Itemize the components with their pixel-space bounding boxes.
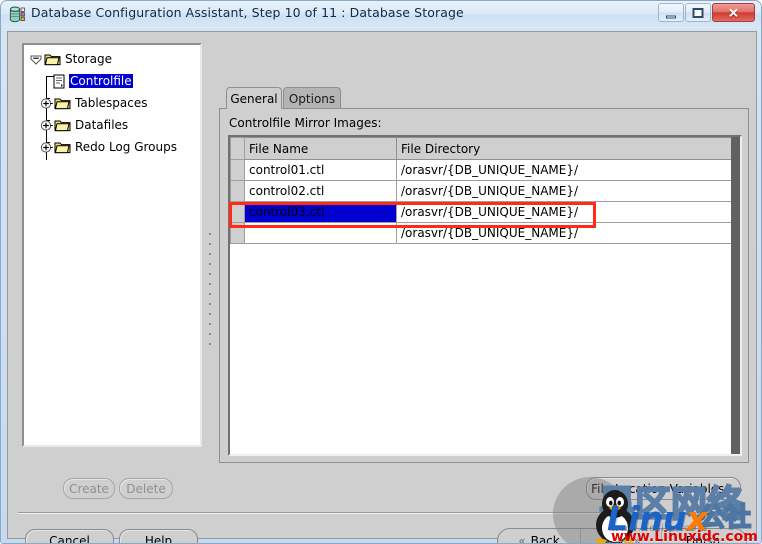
tab-options-label: Options — [288, 91, 336, 106]
tree-item-label: Controlfile — [69, 74, 133, 88]
table-row-selected[interactable]: control03.ctl /orasvr/{DB_UNIQUE_NAME}/ — [230, 201, 732, 223]
create-button[interactable]: Create — [63, 478, 115, 499]
help-button[interactable]: Help — [119, 529, 198, 544]
maximize-icon — [692, 7, 704, 18]
folder-icon — [44, 52, 62, 66]
back-button-label: Back — [530, 534, 560, 544]
application-window: Database Configuration Assistant, Step 1… — [0, 0, 762, 544]
delete-button[interactable]: Delete — [119, 478, 173, 499]
vertical-scrollbar[interactable] — [731, 137, 740, 454]
cell-file-directory[interactable]: /orasvr/{DB_UNIQUE_NAME}/ — [396, 222, 732, 244]
cell-file-directory[interactable]: /orasvr/{DB_UNIQUE_NAME}/ — [396, 180, 732, 202]
next-button-label: Next — [600, 534, 629, 544]
tree-item-label: Tablespaces — [75, 96, 148, 110]
title-bar[interactable]: Database Configuration Assistant, Step 1… — [1, 1, 761, 28]
tree-item-storage[interactable]: Storage — [30, 50, 113, 68]
tree-item-label: Redo Log Groups — [75, 140, 177, 154]
expand-plus-icon[interactable] — [40, 119, 53, 132]
divider-grip — [209, 233, 212, 353]
cell-file-name[interactable]: control02.ctl — [244, 180, 397, 202]
delete-button-label: Delete — [126, 481, 166, 496]
cancel-button-label: Cancel — [49, 534, 90, 544]
collapse-minus-icon[interactable] — [30, 53, 43, 66]
row-header-corner[interactable] — [230, 137, 245, 160]
cell-file-name[interactable]: control01.ctl — [244, 159, 397, 181]
folder-icon — [54, 118, 72, 132]
folder-icon — [54, 140, 72, 154]
close-button[interactable]: ✕ — [712, 3, 755, 22]
row-header[interactable] — [230, 180, 245, 202]
tab-bar: General Options — [226, 87, 742, 109]
cell-file-name-selected[interactable]: control03.ctl — [244, 201, 397, 223]
wizard-navigation: « Back Next » Finish — [497, 528, 747, 544]
footer-separator — [18, 512, 748, 514]
tree-item-tablespaces[interactable]: Tablespaces — [40, 94, 149, 112]
split-pane-divider[interactable] — [205, 43, 217, 447]
table-row[interactable]: /orasvr/{DB_UNIQUE_NAME}/ — [230, 222, 732, 244]
tab-options[interactable]: Options — [283, 87, 341, 109]
finish-button-label: Finish — [685, 534, 721, 544]
close-icon: ✕ — [728, 5, 739, 20]
expand-plus-icon[interactable] — [40, 97, 53, 110]
table-header-row: File Name File Directory — [230, 137, 732, 160]
file-location-variables-label: File Location Variables... — [591, 481, 736, 496]
column-header-file-name[interactable]: File Name — [244, 137, 397, 160]
chevron-right-icon: » — [633, 534, 642, 544]
file-location-variables-button[interactable]: File Location Variables... — [586, 477, 741, 500]
minimize-icon — [666, 15, 676, 18]
controlfile-document-icon — [52, 74, 67, 89]
cancel-button[interactable]: Cancel — [25, 529, 114, 544]
tree-item-controlfile[interactable]: Controlfile — [52, 72, 133, 90]
row-header[interactable] — [230, 222, 245, 244]
general-tab-panel: Controlfile Mirror Images: File Name Fil… — [219, 108, 749, 463]
tree-item-redo-log-groups[interactable]: Redo Log Groups — [40, 138, 178, 156]
row-header[interactable] — [230, 201, 245, 223]
cell-file-directory[interactable]: /orasvr/{DB_UNIQUE_NAME}/ — [396, 201, 732, 223]
maximize-button[interactable] — [685, 3, 711, 22]
controlfile-table: File Name File Directory control01.ctl /… — [230, 137, 732, 244]
create-button-label: Create — [69, 481, 109, 496]
storage-tree[interactable]: Storage Controlfile Tablespaces Datafile… — [22, 43, 202, 447]
database-icon — [9, 6, 26, 23]
dialog-body: Storage Controlfile Tablespaces Datafile… — [7, 31, 757, 543]
window-title: Database Configuration Assistant, Step 1… — [31, 5, 464, 20]
cell-file-directory[interactable]: /orasvr/{DB_UNIQUE_NAME}/ — [396, 159, 732, 181]
help-button-label: Help — [144, 534, 173, 544]
folder-icon — [54, 96, 72, 110]
minimize-button[interactable] — [658, 3, 684, 22]
tree-item-label: Storage — [65, 52, 112, 66]
expand-plus-icon[interactable] — [40, 141, 53, 154]
chevron-left-icon: « — [518, 534, 526, 544]
tab-general[interactable]: General — [226, 87, 282, 109]
column-header-file-directory[interactable]: File Directory — [396, 137, 732, 160]
controlfile-mirror-images-label: Controlfile Mirror Images: — [229, 116, 382, 130]
back-button[interactable]: « Back — [498, 529, 580, 544]
cell-file-name[interactable] — [244, 222, 397, 244]
next-button[interactable]: Next » — [580, 529, 662, 544]
table-row[interactable]: control01.ctl /orasvr/{DB_UNIQUE_NAME}/ — [230, 159, 732, 181]
controlfile-table-container[interactable]: File Name File Directory control01.ctl /… — [228, 135, 742, 456]
tree-item-datafiles[interactable]: Datafiles — [40, 116, 129, 134]
tree-item-label: Datafiles — [75, 118, 129, 132]
tab-general-label: General — [230, 91, 278, 106]
row-header[interactable] — [230, 159, 245, 181]
finish-button[interactable]: Finish — [662, 529, 744, 544]
table-row[interactable]: control02.ctl /orasvr/{DB_UNIQUE_NAME}/ — [230, 180, 732, 202]
